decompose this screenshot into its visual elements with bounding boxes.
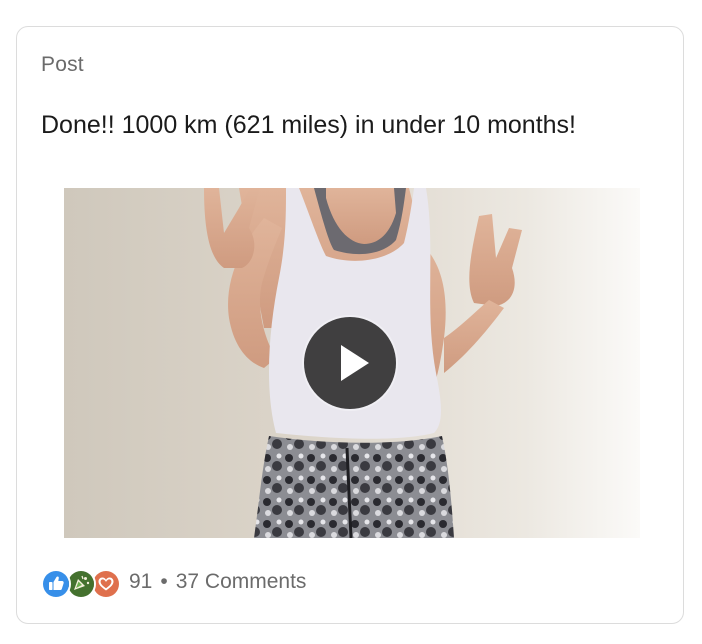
post-card: Post Done!! 1000 km (621 miles) in under…	[16, 26, 684, 624]
play-icon	[341, 345, 369, 381]
play-button[interactable]	[304, 317, 396, 409]
separator-dot: •	[160, 570, 168, 593]
comments-link[interactable]: 37 Comments	[176, 570, 307, 594]
video-thumbnail[interactable]	[64, 188, 640, 538]
reactions-summary[interactable]	[41, 567, 121, 599]
post-footer: 91 • 37 Comments	[41, 567, 307, 599]
post-text: Done!! 1000 km (621 miles) in under 10 m…	[41, 111, 576, 139]
reaction-count[interactable]: 91	[129, 570, 152, 594]
like-reaction-icon	[41, 569, 71, 599]
post-type-label: Post	[41, 53, 84, 76]
